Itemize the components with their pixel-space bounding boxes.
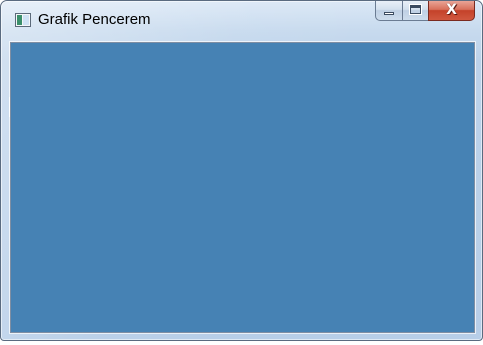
title-bar[interactable]: Grafik Pencerem X xyxy=(1,1,482,41)
app-icon-pane-right xyxy=(23,15,29,25)
graphics-canvas[interactable] xyxy=(11,43,474,332)
caption-buttons: X xyxy=(375,1,475,21)
window-title: Grafik Pencerem xyxy=(38,11,151,28)
minimize-button[interactable] xyxy=(375,1,402,21)
app-window-icon[interactable] xyxy=(15,13,31,27)
maximize-button[interactable] xyxy=(402,1,428,21)
close-icon: X xyxy=(446,2,457,18)
client-area[interactable] xyxy=(10,42,475,333)
minimize-icon xyxy=(384,12,394,15)
app-icon-pane-left xyxy=(17,15,22,25)
close-button[interactable]: X xyxy=(428,1,475,21)
maximize-icon xyxy=(410,5,421,14)
app-window: Grafik Pencerem X xyxy=(0,0,483,341)
